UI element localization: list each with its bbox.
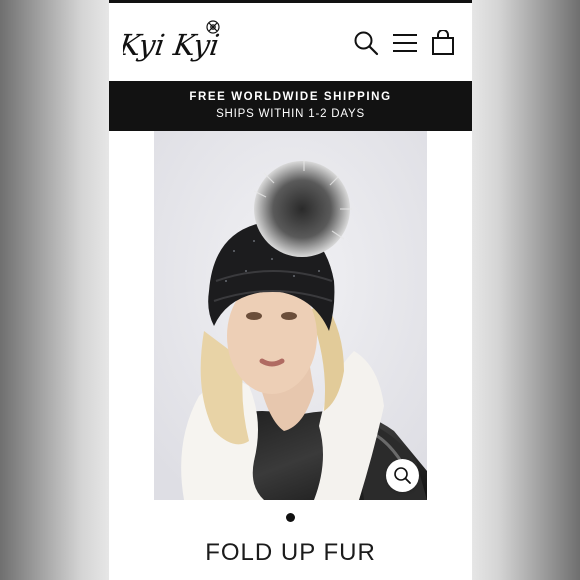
shipping-banner: FREE WORLDWIDE SHIPPING SHIPS WITHIN 1-2… (109, 81, 472, 131)
zoom-icon (394, 467, 411, 484)
zoom-button[interactable] (386, 459, 419, 492)
carousel-dot-active[interactable] (286, 513, 295, 522)
product-title: FOLD UP FUR (205, 539, 376, 566)
mobile-page: Kyi Kyi FREE WORLDWIDE SHIPPING SHIPS WI… (109, 0, 472, 580)
svg-text:Kyi Kyi: Kyi Kyi (123, 28, 222, 62)
site-header: Kyi Kyi (109, 3, 472, 81)
cart-icon[interactable] (430, 29, 456, 56)
banner-shipping-text: FREE WORLDWIDE SHIPPING (189, 91, 392, 103)
banner-dispatch-text: SHIPS WITHIN 1-2 DAYS (216, 108, 365, 120)
search-icon[interactable] (353, 30, 379, 56)
menu-icon[interactable] (392, 30, 418, 56)
product-image[interactable] (154, 131, 427, 500)
brand-logo[interactable]: Kyi Kyi (116, 17, 227, 69)
